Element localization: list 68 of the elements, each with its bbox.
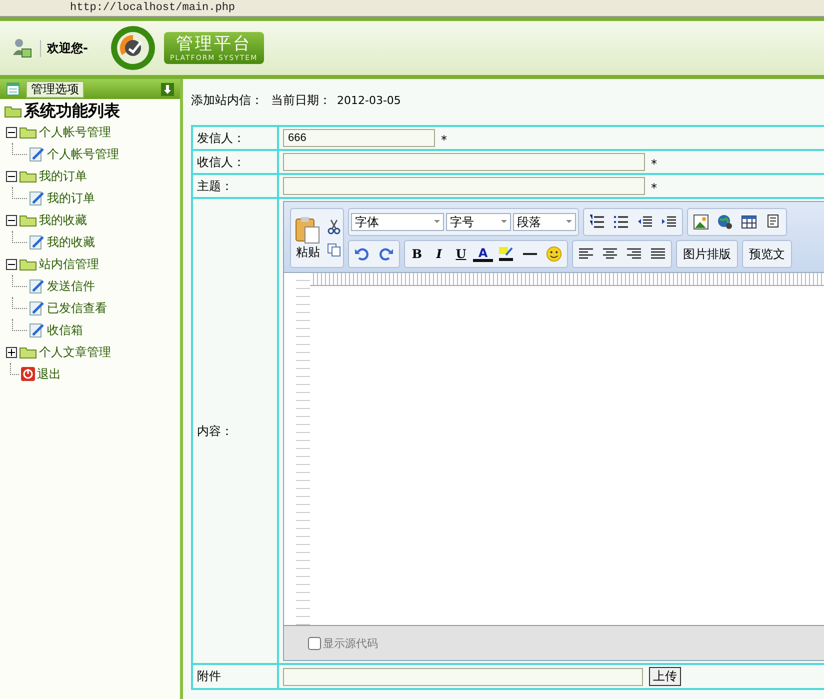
tree-link-item[interactable]: 我的订单 [47, 190, 95, 206]
folder-icon [4, 104, 22, 118]
field-label: 内容： [197, 424, 233, 438]
cut-icon[interactable] [327, 219, 341, 235]
edit-page-icon [29, 278, 45, 294]
tree-link-item[interactable]: 个人帐号管理 [47, 146, 119, 162]
expand-toggle[interactable] [6, 170, 17, 182]
expand-toggle[interactable] [6, 346, 17, 358]
input-field[interactable] [283, 153, 645, 171]
welcome-text: 欢迎您- [40, 40, 88, 56]
url-text[interactable]: http://localhost/main.php [70, 2, 236, 14]
copy-icon[interactable] [327, 243, 341, 257]
tree-link-item[interactable]: 已发信查看 [47, 300, 107, 316]
sidebar-title[interactable]: 管理选项 [26, 80, 84, 98]
expand-toggle[interactable] [6, 258, 17, 270]
format-button[interactable]: B [407, 247, 427, 261]
checkbox-label: 显示源代码 [323, 636, 378, 650]
field-label: 主题： [197, 178, 233, 192]
brand-title: 管理平台 [176, 34, 252, 54]
tree-link-item[interactable]: 发送信件 [47, 278, 95, 294]
dropdown-select[interactable]: 字体 [351, 213, 444, 231]
format-button[interactable]: U [451, 247, 471, 261]
tree-group-item[interactable]: 个人帐号管理 [39, 124, 111, 140]
folder-icon [19, 346, 37, 358]
input-field[interactable] [283, 177, 645, 195]
date-value: 2012-03-05 [337, 94, 401, 106]
required-mark: * [651, 157, 657, 171]
source-checkbox[interactable] [308, 636, 321, 650]
format-button[interactable]: A [473, 246, 493, 262]
logout-link[interactable]: 退出 [37, 366, 61, 382]
folder-icon [19, 214, 37, 226]
dropdown-select[interactable]: 字号 [446, 213, 511, 231]
tree-group-item[interactable]: 我的订单 [39, 168, 87, 184]
expand-toggle[interactable] [6, 126, 17, 138]
tree-group-item[interactable]: 个人文章管理 [39, 344, 111, 360]
power-icon [21, 367, 35, 381]
tree-link-item[interactable]: 我的收藏 [47, 234, 95, 250]
tree-group-item[interactable]: 站内信管理 [39, 256, 99, 272]
toolbar-text-button[interactable]: 预览文 [742, 240, 792, 268]
folder-icon [19, 126, 37, 138]
tree-group-item[interactable]: 我的收藏 [39, 212, 87, 228]
date-label: 当前日期： [271, 92, 331, 108]
edit-page-icon [29, 190, 45, 206]
logo-icon [110, 25, 156, 71]
file-field[interactable] [283, 668, 643, 686]
input-field[interactable]: 666 [283, 129, 435, 147]
edit-page-icon [29, 300, 45, 316]
tree-root-label: 系统功能列表 [24, 100, 120, 122]
field-label: 发信人： [197, 130, 245, 144]
required-mark: * [651, 181, 657, 195]
format-button[interactable]: I [429, 247, 449, 261]
calendar-icon [6, 82, 20, 96]
edit-page-icon [29, 234, 45, 250]
field-label: 收信人： [197, 154, 245, 168]
expand-toggle[interactable] [6, 214, 17, 226]
page-heading: 添加站内信： [191, 92, 263, 108]
user-icon [12, 37, 32, 59]
folder-icon [19, 258, 37, 270]
tree-link-item[interactable]: 收信箱 [47, 322, 83, 338]
edit-page-icon [29, 146, 45, 162]
down-arrow-icon[interactable] [161, 82, 174, 96]
field-label: 附件 [197, 669, 221, 683]
folder-icon [19, 170, 37, 182]
required-mark: * [441, 133, 447, 147]
toolbar-text-button[interactable]: 图片排版 [676, 240, 738, 268]
dropdown-select[interactable]: 段落 [513, 213, 576, 231]
edit-page-icon [29, 322, 45, 338]
upload-button[interactable]: 上传 [649, 667, 681, 686]
